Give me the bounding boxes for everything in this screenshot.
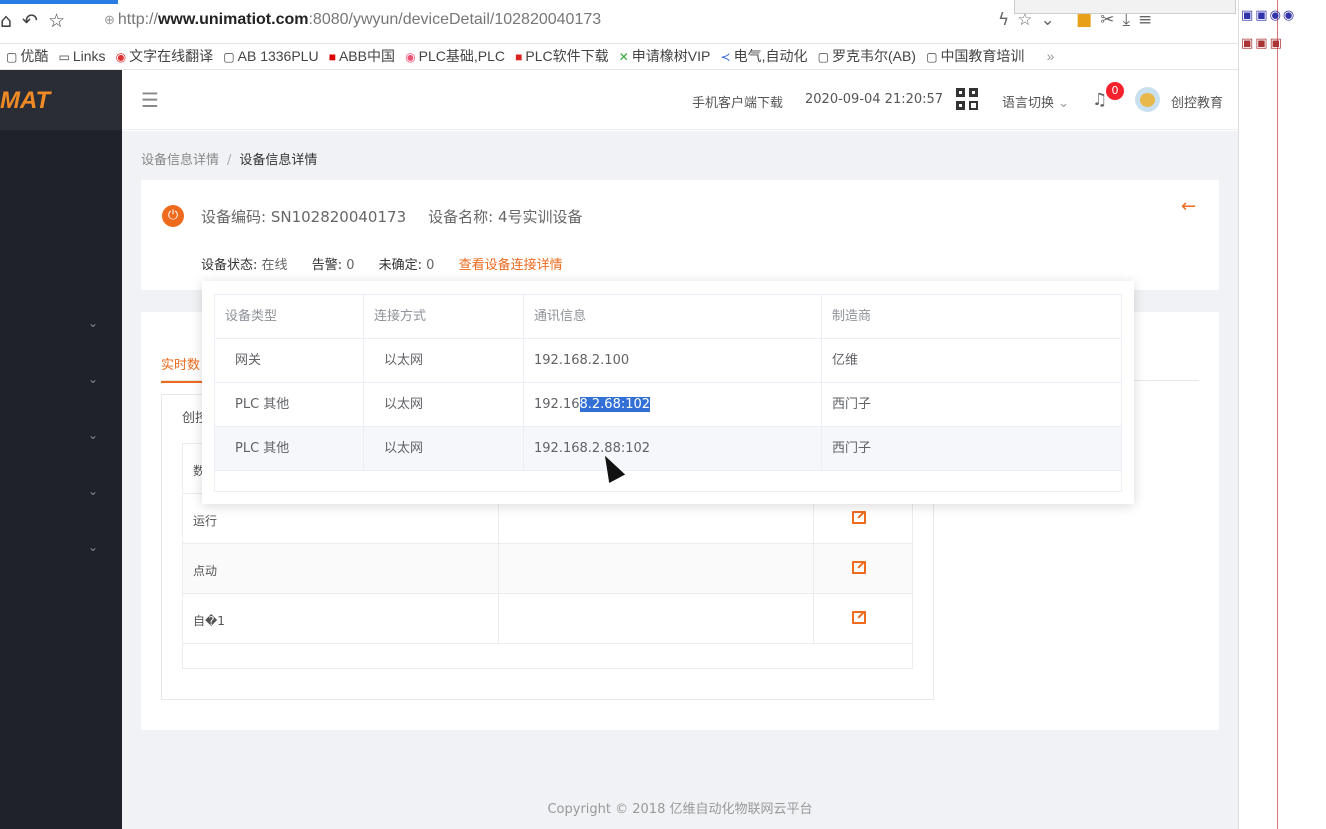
- breadcrumb-current: 设备信息详情: [239, 153, 318, 168]
- table-header-row: 设备类型 连接方式 通讯信息 制造商: [215, 295, 1121, 339]
- app-logo[interactable]: MAT: [0, 70, 122, 130]
- desktop-strip: ▣▣◉◉ ▣▣▣: [1238, 0, 1326, 829]
- device-info-card: ⏻ 设备编码: SN102820040173 设备名称: 4号实训设备 设备状态:…: [141, 180, 1219, 290]
- bookmark-item[interactable]: ≺ 电气,自动化: [721, 44, 808, 69]
- page-icon: ▢: [926, 50, 938, 64]
- back-arrow-icon[interactable]: ←: [1181, 196, 1196, 217]
- bookmark-item[interactable]: ▢ AB 1336PLU: [223, 44, 318, 69]
- device-name-label: 设备名称:: [428, 208, 494, 226]
- footer-copyright: Copyright © 2018 亿维自动化物联网云平台: [547, 802, 813, 817]
- chevron-down-icon[interactable]: ⌄: [88, 540, 98, 554]
- plc-icon: ◉: [405, 50, 416, 64]
- avatar[interactable]: [1135, 87, 1160, 112]
- table-row: 网关 以太网 192.168.2.100 亿维: [215, 339, 1121, 383]
- desktop-icons-row2[interactable]: ▣▣▣: [1241, 36, 1284, 51]
- translate-icon: ◉: [115, 50, 127, 64]
- view-connection-link[interactable]: 查看设备连接详情: [459, 258, 563, 273]
- url-field[interactable]: ⊕ http://www.unimatiot.com:8080/ywyun/dev…: [104, 11, 601, 29]
- bookmark-item[interactable]: ▢ 罗克韦尔(AB): [818, 44, 916, 69]
- edit-icon[interactable]: [852, 511, 866, 524]
- edit-icon[interactable]: [852, 611, 866, 624]
- selected-text: 8.2.68:102: [579, 397, 651, 412]
- status-value: 在线: [261, 258, 288, 273]
- desktop-icons[interactable]: ▣▣◉◉: [1241, 8, 1296, 23]
- leaf-icon: ✕: [618, 50, 629, 64]
- browser-nav-buttons[interactable]: ⌂↶☆: [0, 10, 75, 32]
- page-icon: ▢: [223, 50, 235, 64]
- star-icon[interactable]: ☆: [48, 10, 75, 32]
- language-switch[interactable]: 语言切换 ⌄: [1002, 92, 1069, 111]
- qr-code-icon[interactable]: [956, 88, 980, 112]
- app-header: ☰ 手机客户端下载 2020-09-04 21:20:57 语言切换 ⌄ ♫ 0…: [122, 70, 1238, 130]
- header-datetime: 2020-09-04 21:20:57: [805, 92, 944, 107]
- sidebar: MAT ⌄ ⌄ ⌄ ⌄ ⌄: [0, 70, 122, 829]
- header-manufacturer: 制造商: [832, 309, 872, 324]
- bookmark-item[interactable]: ■ PLC软件下载: [515, 44, 608, 69]
- device-name-value: 4号实训设备: [497, 208, 583, 226]
- table-row: PLC 其他 以太网 192.168.2.88:102 西门子: [215, 427, 1121, 471]
- bookmark-item[interactable]: ✕ 申请橡树VIP: [619, 44, 711, 69]
- bookmarks-more[interactable]: »: [1047, 44, 1055, 68]
- chevron-down-icon[interactable]: ⌄: [88, 484, 98, 498]
- power-icon: ⏻: [162, 205, 184, 227]
- page-icon: ▢: [817, 50, 829, 64]
- active-tab-indicator: [0, 0, 118, 4]
- alarm-value: 0: [346, 258, 355, 273]
- alarm-label: 告警:: [311, 258, 343, 273]
- notification-badge: 0: [1106, 82, 1124, 100]
- chevron-down-icon[interactable]: ⌄: [88, 316, 98, 330]
- device-status-line: 设备状态: 在线 告警: 0 未确定: 0 查看设备连接详情: [201, 254, 563, 273]
- bookmark-item[interactable]: ▢ 中国教育培训: [926, 44, 1024, 69]
- plc-download-icon: ■: [515, 50, 523, 64]
- device-code-label: 设备编码:: [201, 208, 267, 226]
- folder-icon: ▭: [58, 50, 70, 64]
- table-row: 自�1: [183, 594, 912, 644]
- bookmark-item[interactable]: ◉ PLC基础,PLC: [405, 44, 505, 69]
- home-icon[interactable]: ⌂: [0, 10, 22, 32]
- device-code-value: SN102820040173: [270, 208, 407, 226]
- bookmark-item[interactable]: ▢ 优酷: [6, 44, 48, 69]
- mobile-download-link[interactable]: 手机客户端下载: [692, 92, 783, 111]
- security-icon: ⊕: [104, 12, 115, 27]
- chevron-down-icon: ⌄: [1058, 96, 1070, 111]
- unconfirmed-label: 未确定:: [378, 258, 423, 273]
- user-name[interactable]: 创控教育: [1171, 92, 1223, 111]
- bookmarks-bar: ▢ 优酷 ▭ Links ◉ 文字在线翻译 ▢ AB 1336PLU ■ ABB中国 ◉ P…: [0, 44, 1238, 70]
- bookmark-item[interactable]: ▭ Links: [58, 44, 105, 69]
- floating-toolbar: [1014, 0, 1236, 14]
- connection-details-popover: 设备类型 连接方式 通讯信息 制造商 网关 以太网 192.168.2.100 …: [202, 281, 1134, 504]
- unconfirmed-value: 0: [426, 258, 435, 273]
- bookmark-item[interactable]: ◉ 文字在线翻译: [116, 44, 213, 69]
- chevron-down-icon[interactable]: ⌄: [88, 372, 98, 386]
- bell-icon[interactable]: ♫: [1092, 90, 1107, 110]
- table-row: PLC 其他 以太网 192.168.2.68:102 西门子: [215, 383, 1121, 427]
- abb-icon: ■: [328, 50, 336, 64]
- header-connection: 连接方式: [364, 295, 524, 339]
- table-row: 点动: [183, 544, 912, 594]
- breadcrumb-parent[interactable]: 设备信息详情: [141, 153, 219, 168]
- chevron-down-icon[interactable]: ⌄: [88, 428, 98, 442]
- electric-icon: ≺: [720, 50, 731, 64]
- menu-toggle-icon[interactable]: ☰: [141, 88, 159, 112]
- header-device-type: 设备类型: [215, 295, 364, 339]
- status-label: 设备状态:: [201, 258, 258, 273]
- undo-icon[interactable]: ↶: [22, 10, 48, 32]
- page-icon: ▢: [6, 50, 18, 64]
- guide-line: [1277, 0, 1278, 829]
- tab-realtime-data[interactable]: 实时数: [161, 354, 203, 383]
- connection-table: 设备类型 连接方式 通讯信息 制造商 网关 以太网 192.168.2.100 …: [214, 294, 1122, 492]
- header-comm-info: 通讯信息: [524, 295, 822, 339]
- bookmark-item[interactable]: ■ ABB中国: [329, 44, 395, 69]
- edit-icon[interactable]: [852, 561, 866, 574]
- panel-label: 创控: [182, 411, 202, 426]
- breadcrumb: 设备信息详情 / 设备信息详情: [141, 149, 317, 168]
- breadcrumb-separator: /: [227, 153, 232, 168]
- device-title-line: 设备编码: SN102820040173 设备名称: 4号实训设备: [201, 206, 583, 227]
